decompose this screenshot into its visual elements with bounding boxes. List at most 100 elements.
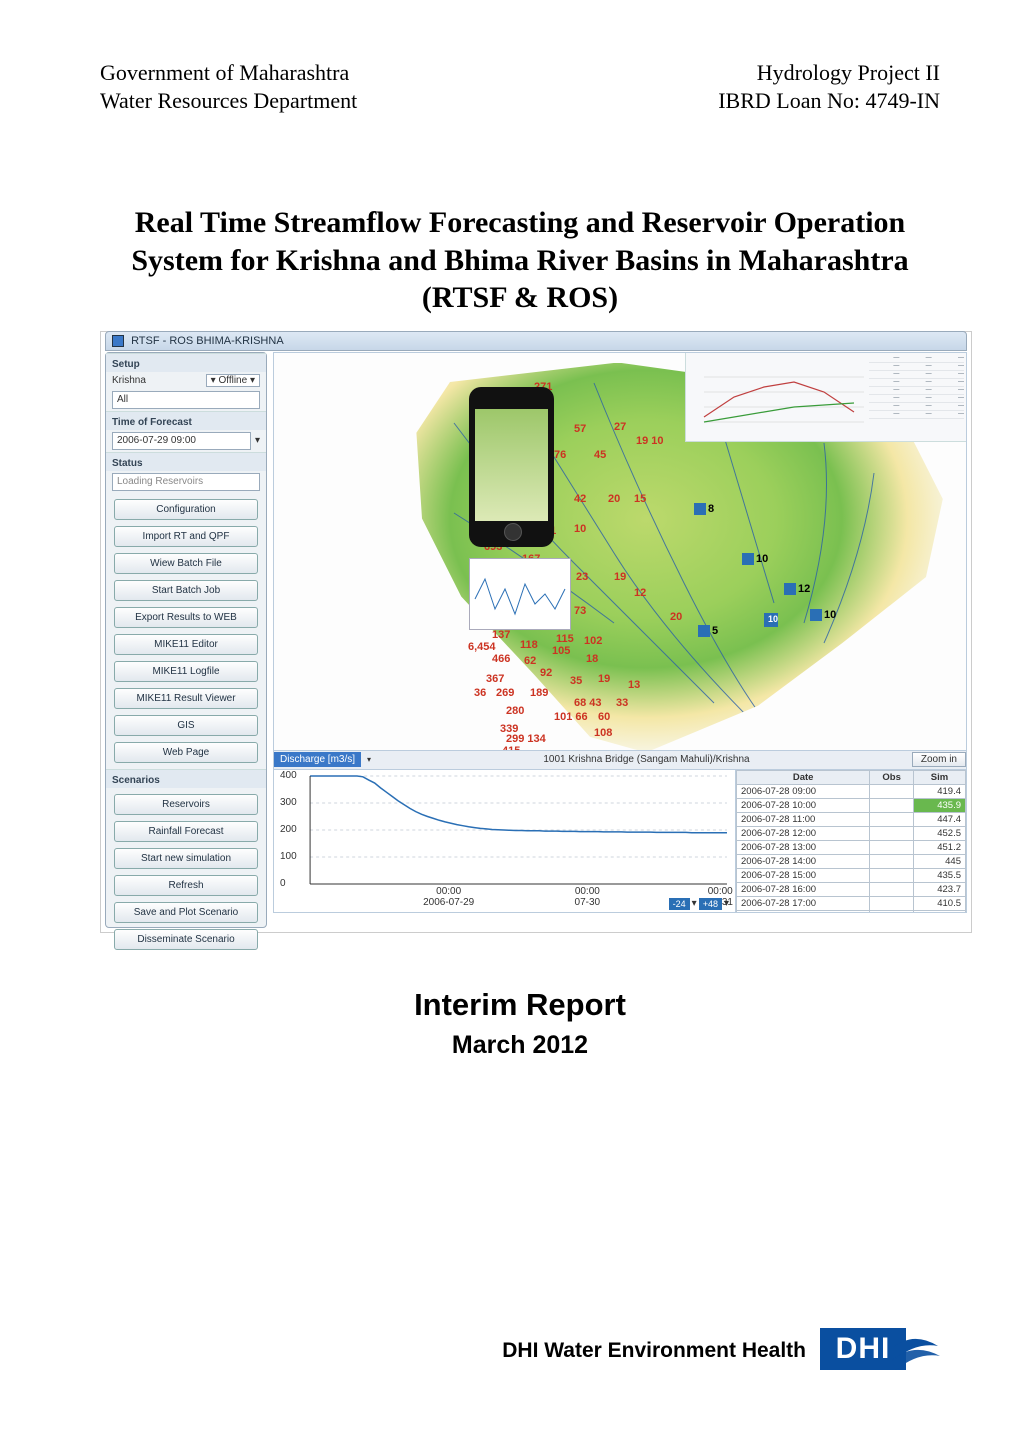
report-title: Interim Report — [100, 987, 940, 1023]
map-marker: 367 — [486, 673, 504, 685]
map-marker: 19 — [598, 673, 610, 685]
map-marker: 73 — [574, 605, 586, 617]
swoosh-icon — [890, 1336, 940, 1370]
scenario-button[interactable]: Rainfall Forecast — [114, 821, 258, 842]
scenario-button[interactable]: Reservoirs — [114, 794, 258, 815]
panel-button[interactable]: Start Batch Job — [114, 580, 258, 601]
app-screenshot: RTSF - ROS BHIMA-KRISHNA Setup Krishna ▾… — [100, 331, 972, 933]
map-marker: 101 66 — [554, 711, 588, 723]
nav-fwd-button[interactable]: +48 — [699, 898, 722, 910]
table-row[interactable]: 2006-07-28 11:00447.4 — [737, 812, 966, 826]
scenario-button[interactable]: Disseminate Scenario — [114, 929, 258, 950]
map-marker: 10 — [574, 523, 586, 535]
discharge-chart[interactable]: 0100200300400 00:002006-07-2900:0007-300… — [274, 770, 735, 912]
phone-mockup — [469, 387, 554, 547]
map-marker: 20 — [670, 611, 682, 623]
y-tick: 0 — [280, 878, 286, 889]
col-obs: Obs — [870, 770, 914, 784]
y-tick: 400 — [280, 770, 297, 781]
data-table[interactable]: Date Obs Sim 2006-07-28 09:00419.42006-0… — [735, 770, 966, 912]
map-marker: 19 10 — [636, 435, 664, 447]
header-left-1: Government of Maharashtra — [100, 60, 349, 86]
map-marker: 12 — [798, 583, 810, 595]
map-marker: 13 — [628, 679, 640, 691]
map-node-icon — [784, 583, 796, 595]
map-marker: 102 — [584, 635, 602, 647]
y-tick: 100 — [280, 851, 297, 862]
map-marker: 23 — [576, 571, 588, 583]
map-marker: 5 — [712, 625, 718, 637]
panel-button[interactable]: MIKE11 Editor — [114, 634, 258, 655]
map-marker: 45 — [594, 449, 606, 461]
series-selector[interactable]: Discharge [m3/s] — [274, 752, 361, 767]
map-node-icon — [698, 625, 710, 637]
panel-button[interactable]: Import RT and QPF — [114, 526, 258, 547]
y-tick: 300 — [280, 797, 297, 808]
chevron-down-icon[interactable]: ▾ — [692, 898, 697, 910]
nav-back-button[interactable]: -24 — [669, 898, 690, 910]
map-marker: 57 — [574, 423, 586, 435]
mode-value: Offline — [218, 375, 247, 386]
map-marker: 42 — [574, 493, 586, 505]
header-right-2: IBRD Loan No: 4749-IN — [718, 88, 940, 114]
scenario-button[interactable]: Start new simulation — [114, 848, 258, 869]
tof-label: Time of Forecast — [106, 411, 266, 430]
map-marker: 108 — [594, 727, 612, 739]
map-marker: 33 — [616, 697, 628, 709]
all-field[interactable]: All — [112, 391, 260, 409]
document-title: Real Time Streamflow Forecasting and Res… — [100, 204, 940, 317]
table-row[interactable]: 2006-07-28 10:00435.9 — [737, 798, 966, 812]
table-row[interactable]: 2006-07-28 15:00435.5 — [737, 868, 966, 882]
table-row[interactable]: 2006-07-28 09:00419.4 — [737, 784, 966, 798]
panel-button[interactable]: MIKE11 Result Viewer — [114, 688, 258, 709]
map-marker: 76 — [554, 449, 566, 461]
map-node-icon — [694, 503, 706, 515]
phone-home-icon — [504, 523, 522, 541]
chevron-down-icon[interactable]: ▾ — [724, 898, 729, 910]
panel-button[interactable]: GIS — [114, 715, 258, 736]
map-marker: 8 — [708, 503, 714, 515]
map-marker: 15 — [634, 493, 646, 505]
x-tick: 00:002006-07-29 — [419, 886, 479, 908]
site-label: 1001 Krishna Bridge (Sangam Mahuli)/Kris… — [381, 754, 912, 765]
map-marker: 118 — [520, 639, 538, 651]
panel-button[interactable]: Wiew Batch File — [114, 553, 258, 574]
table-row[interactable]: 2006-07-28 17:00410.5 — [737, 896, 966, 910]
map-marker: 62 — [524, 655, 536, 667]
map-marker: 466 — [492, 653, 510, 665]
scenario-button[interactable]: Save and Plot Scenario — [114, 902, 258, 923]
map-marker: 35 — [570, 675, 582, 687]
table-row[interactable]: 2006-07-28 13:00451.2 — [737, 840, 966, 854]
header-right-1: Hydrology Project II — [757, 60, 940, 86]
map-node-icon — [742, 553, 754, 565]
panel-button[interactable]: Configuration — [114, 499, 258, 520]
setup-label: Setup — [106, 353, 266, 372]
chevron-down-icon: ▾ — [211, 375, 216, 386]
status-label: Status — [106, 452, 266, 471]
table-row[interactable]: 2006-07-28 14:00445 — [737, 854, 966, 868]
report-date: March 2012 — [100, 1031, 940, 1060]
chevron-down-icon[interactable]: ▾ — [255, 435, 260, 446]
panel-button[interactable]: MIKE11 Logfile — [114, 661, 258, 682]
map-marker: 20 — [608, 493, 620, 505]
table-row[interactable]: 2006-07-28 18:00397.1 — [737, 910, 966, 912]
table-row[interactable]: 2006-07-28 12:00452.5 — [737, 826, 966, 840]
mode-dropdown[interactable]: ▾ Offline ▾ — [206, 374, 260, 387]
window-title: RTSF - ROS BHIMA-KRISHNA — [131, 335, 284, 347]
map-node-icon — [810, 609, 822, 621]
map-marker: 36 — [474, 687, 486, 699]
status-value: Loading Reservoirs — [112, 473, 260, 491]
table-row[interactable]: 2006-07-28 16:00423.7 — [737, 882, 966, 896]
map-marker: 10 — [756, 553, 768, 565]
map-marker: 19 — [614, 571, 626, 583]
window-icon — [112, 335, 124, 347]
map-marker: 12 — [634, 587, 646, 599]
scenario-button[interactable]: Refresh — [114, 875, 258, 896]
scenarios-label: Scenarios — [106, 769, 266, 788]
panel-button[interactable]: Web Page — [114, 742, 258, 763]
tof-value[interactable]: 2006-07-29 09:00 — [112, 432, 251, 450]
panel-button[interactable]: Export Results to WEB — [114, 607, 258, 628]
zoom-in-button[interactable]: Zoom in — [912, 752, 966, 767]
col-date: Date — [737, 770, 870, 784]
chevron-down-icon[interactable]: ▾ — [367, 755, 371, 764]
